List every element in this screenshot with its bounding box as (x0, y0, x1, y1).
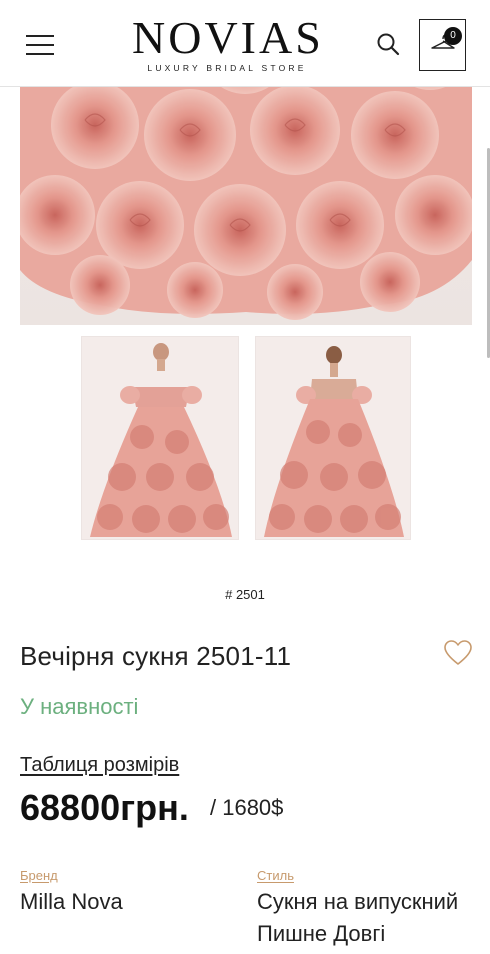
product-title: Вечірня сукня 2501-11 (20, 641, 292, 671)
product-thumbnail-back[interactable] (255, 336, 411, 540)
style-label-link[interactable]: Стиль (257, 868, 294, 883)
product-article-number: # 2501 (225, 587, 265, 602)
availability-status: У наявності (20, 694, 139, 719)
product-thumbnail-front[interactable] (81, 336, 239, 540)
product-price-usd: / 1680$ (210, 795, 284, 820)
cart-count-badge: 0 (444, 27, 462, 45)
product-price: 68800грн. (20, 787, 189, 828)
search-icon[interactable] (376, 32, 402, 58)
logo-tagline: LUXURY BRIDAL STORE (147, 63, 307, 73)
logo-wordmark: NOVIAS (132, 12, 324, 63)
cart-button[interactable]: 0 (419, 19, 466, 71)
hamburger-menu-icon[interactable] (26, 35, 54, 55)
style-value-prom: Сукня на випускний (257, 889, 459, 914)
brand-value: Milla Nova (20, 889, 123, 914)
heart-icon[interactable] (443, 639, 473, 667)
dress-front-image (82, 337, 238, 539)
site-logo[interactable]: NOVIAS LUXURY BRIDAL STORE (132, 12, 324, 74)
dress-back-image (256, 337, 410, 539)
style-value-long: Пишне Довгі (257, 921, 386, 946)
site-header: NOVIAS LUXURY BRIDAL STORE 0 (0, 0, 490, 87)
size-table-link[interactable]: Таблиця розмірів (20, 754, 179, 777)
brand-label-link[interactable]: Бренд (20, 868, 58, 883)
